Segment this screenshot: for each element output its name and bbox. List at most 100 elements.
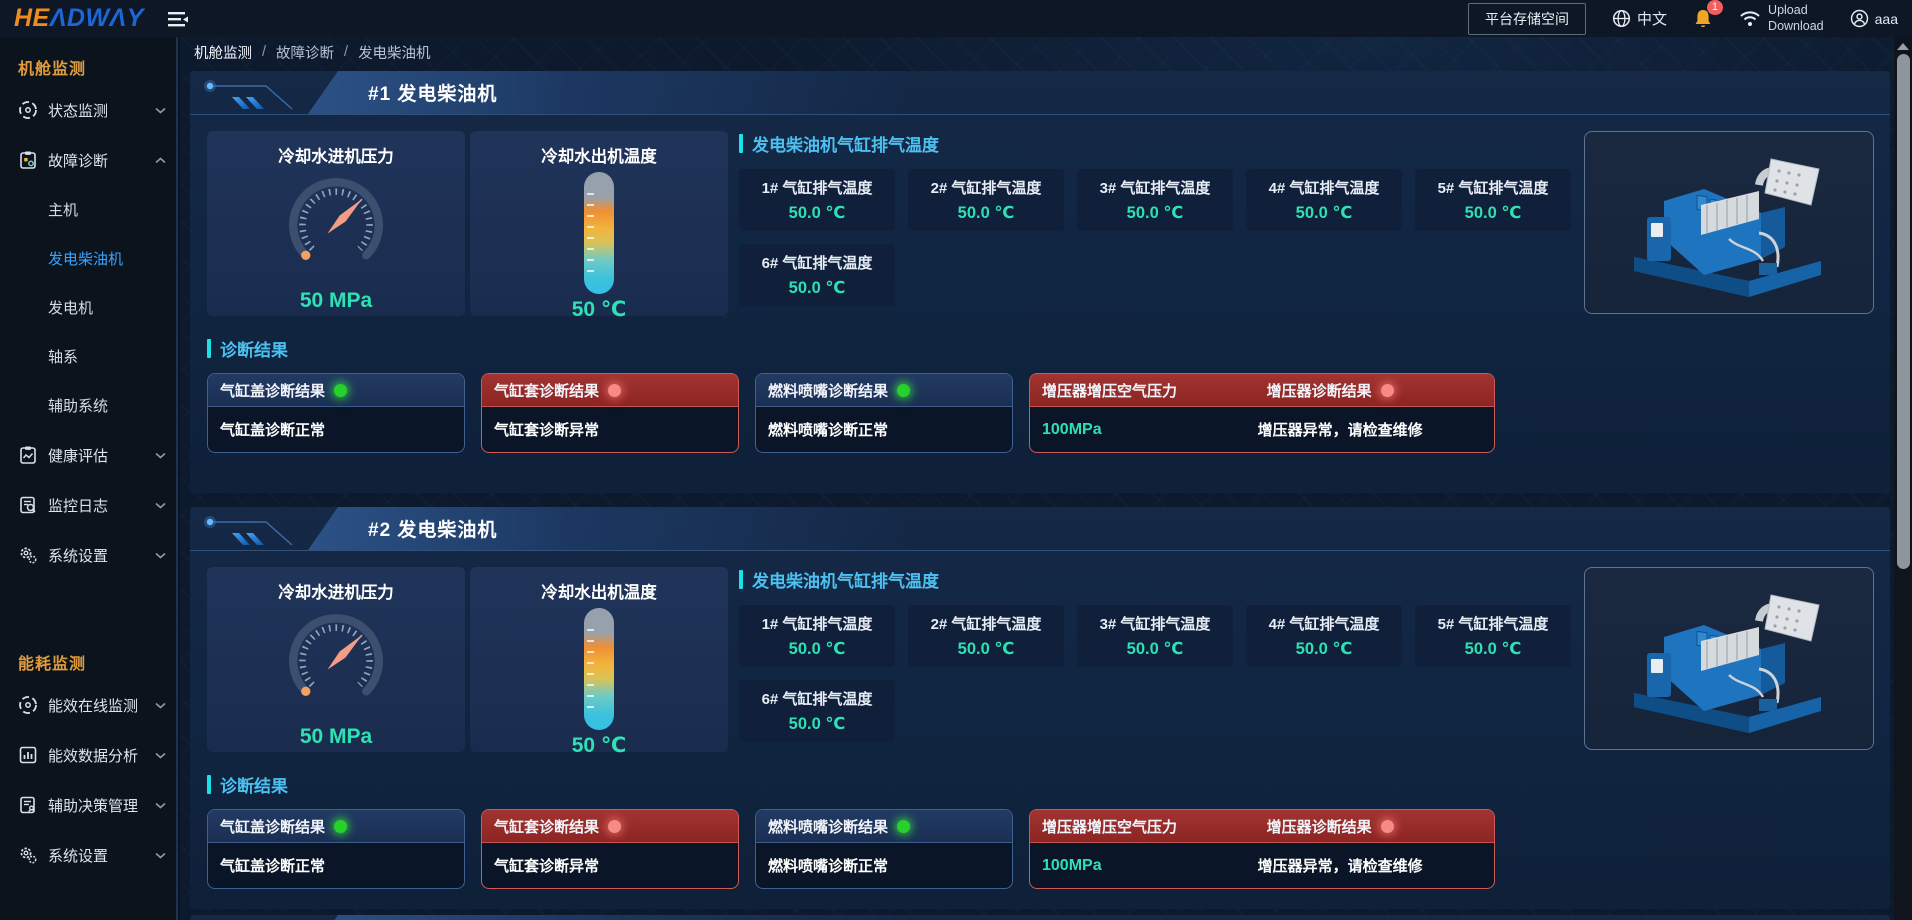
cylinder-value: 50.0 ℃ — [1127, 639, 1184, 659]
engine-image — [1584, 131, 1874, 314]
chevron-down-icon — [155, 502, 166, 509]
diag-label: 气缸套诊断结果 — [494, 816, 599, 837]
cylinder-card-2: 2# 气缸排气温度50.0 ℃ — [908, 169, 1064, 231]
sidebar-item-monitor-log[interactable]: 监控日志 — [0, 480, 176, 530]
sidebar-item-label: 能效数据分析 — [48, 745, 138, 766]
breadcrumb-separator: / — [344, 44, 348, 60]
panel-title-plate: #1 发电柴油机 — [308, 71, 908, 114]
cylinder-section-title: 发电柴油机气缸排气温度 — [739, 131, 1571, 156]
diag-card-turbocharger: 增压器增压空气压力 增压器诊断结果 100MPa 增压器异常，请检查维修 — [1029, 809, 1495, 889]
gauge-value: 50 MPa — [207, 289, 465, 313]
breadcrumb-engine-room[interactable]: 机舱监测 — [194, 42, 252, 63]
logo-right: ΛDWΛY — [50, 4, 144, 33]
platform-storage-button[interactable]: 平台存储空间 — [1468, 3, 1586, 35]
sidebar-item-system-settings-2[interactable]: 系统设置 — [0, 830, 176, 880]
panel-header: #2 发电柴油机 — [190, 507, 1890, 551]
sidebar-item-label: 故障诊断 — [48, 150, 108, 171]
cylinder-value: 50.0 ℃ — [1465, 203, 1522, 223]
cylinder-value: 50.0 ℃ — [789, 639, 846, 659]
settings-gear-icon — [18, 845, 38, 865]
diag-label: 气缸盖诊断结果 — [220, 816, 325, 837]
status-dot — [897, 820, 910, 833]
scrollbar-thumb[interactable] — [1897, 54, 1910, 569]
scroll-up-arrow[interactable] — [1897, 43, 1909, 50]
notification-badge: 1 — [1707, 0, 1723, 15]
sidebar-item-status-monitoring[interactable]: 状态监测 — [0, 85, 176, 135]
thermometer-value: 50 ℃ — [470, 733, 728, 758]
sidebar-collapse-icon[interactable] — [166, 9, 190, 29]
panel-title: #2 发电柴油机 — [308, 515, 497, 542]
section-title-text: 诊断结果 — [220, 336, 288, 361]
coolant-outlet-temp-card: 冷却水出机温度 50 ℃ — [470, 567, 728, 752]
cylinder-card-3: 3# 气缸排气温度50.0 ℃ — [1077, 169, 1233, 231]
sidebar-item-energy-analysis[interactable]: 能效数据分析 — [0, 730, 176, 780]
cylinder-section-title: 发电柴油机气缸排气温度 — [739, 567, 1571, 592]
thermometer — [582, 606, 616, 732]
cylinder-value: 50.0 ℃ — [1465, 639, 1522, 659]
cylinder-value: 50.0 ℃ — [958, 639, 1015, 659]
upload-download[interactable]: Upload Download — [1739, 3, 1824, 34]
diag-card-turbocharger: 增压器增压空气压力 增压器诊断结果 100MPa 增压器异常，请检查维修 — [1029, 373, 1495, 453]
sidebar-subitem-shafting[interactable]: 轴系 — [0, 332, 176, 381]
sidebar-spacer — [0, 580, 176, 638]
cylinder-label: 4# 气缸排气温度 — [1269, 613, 1380, 634]
cylinder-value: 50.0 ℃ — [789, 278, 846, 298]
title-accent-bar — [207, 775, 211, 794]
diag-value: 100MPa — [1042, 857, 1258, 875]
sidebar-item-decision-management[interactable]: 辅助决策管理 — [0, 780, 176, 830]
thermometer-value: 50 ℃ — [470, 297, 728, 322]
sidebar-subitem-generator[interactable]: 发电机 — [0, 283, 176, 332]
diag-label-2: 增压器诊断结果 — [1267, 816, 1372, 837]
diag-label: 增压器增压空气压力 — [1042, 816, 1258, 837]
thermometer-title: 冷却水出机温度 — [470, 579, 728, 603]
diag-result: 增压器异常，请检查维修 — [1258, 855, 1423, 876]
diesel-engine-illustration — [1609, 579, 1849, 739]
diag-label: 燃料喷嘴诊断结果 — [768, 380, 888, 401]
sidebar-item-health-evaluation[interactable]: 健康评估 — [0, 430, 176, 480]
thermometer-title: 冷却水出机温度 — [470, 143, 728, 167]
panel-generator-diesel-3: #3 发电柴油机 — [190, 915, 1890, 920]
chevron-down-icon — [155, 552, 166, 559]
chevron-up-icon — [155, 157, 166, 164]
chevron-down-icon — [155, 752, 166, 759]
sidebar-item-label: 监控日志 — [48, 495, 108, 516]
user-menu[interactable]: aaa — [1850, 9, 1898, 28]
breadcrumb-generator-diesel[interactable]: 发电柴油机 — [358, 42, 431, 63]
status-dot — [608, 384, 621, 397]
diag-label: 燃料喷嘴诊断结果 — [768, 816, 888, 837]
sidebar-item-fault-diagnosis[interactable]: 故障诊断 — [0, 135, 176, 185]
language-switcher[interactable]: 中文 — [1612, 8, 1667, 29]
settings-gear-icon — [18, 545, 38, 565]
sidebar-item-energy-online[interactable]: 能效在线监测 — [0, 680, 176, 730]
diag-card-cylinder-liner: 气缸套诊断结果 气缸套诊断异常 — [481, 809, 739, 889]
vertical-scrollbar[interactable] — [1894, 37, 1912, 920]
notification-bell[interactable]: 1 — [1693, 8, 1713, 30]
breadcrumb-fault-diagnosis[interactable]: 故障诊断 — [276, 42, 334, 63]
panel-header: #3 发电柴油机 — [190, 915, 1890, 920]
sidebar-item-label: 健康评估 — [48, 445, 108, 466]
cylinder-card-6: 6# 气缸排气温度50.0 ℃ — [739, 680, 895, 742]
status-dot — [897, 384, 910, 397]
gauge-title: 冷却水进机压力 — [207, 579, 465, 603]
sidebar-item-system-settings[interactable]: 系统设置 — [0, 530, 176, 580]
thermometer — [582, 170, 616, 296]
sidebar-subitem-generator-diesel[interactable]: 发电柴油机 — [0, 234, 176, 283]
energy-online-icon — [18, 695, 38, 715]
fault-diagnosis-icon — [18, 150, 38, 170]
diag-label-2: 增压器诊断结果 — [1267, 380, 1372, 401]
cylinder-card-2: 2# 气缸排气温度50.0 ℃ — [908, 605, 1064, 667]
cylinder-card-6: 6# 气缸排气温度50.0 ℃ — [739, 244, 895, 306]
sidebar-item-label: 系统设置 — [48, 845, 108, 866]
diag-label: 气缸盖诊断结果 — [220, 380, 325, 401]
monitor-log-icon — [18, 495, 38, 515]
sidebar-subitem-main-engine[interactable]: 主机 — [0, 185, 176, 234]
diag-result: 气缸盖诊断正常 — [220, 855, 325, 876]
cylinder-value: 50.0 ℃ — [1127, 203, 1184, 223]
diag-result: 燃料喷嘴诊断正常 — [768, 855, 888, 876]
sidebar-subitem-auxiliary[interactable]: 辅助系统 — [0, 381, 176, 430]
diag-value: 100MPa — [1042, 421, 1258, 439]
sidebar-section-engine-room: 机舱监测 — [0, 43, 176, 85]
cylinder-card-1: 1# 气缸排气温度50.0 ℃ — [739, 169, 895, 231]
status-dot — [334, 820, 347, 833]
title-accent-bar — [739, 134, 743, 153]
